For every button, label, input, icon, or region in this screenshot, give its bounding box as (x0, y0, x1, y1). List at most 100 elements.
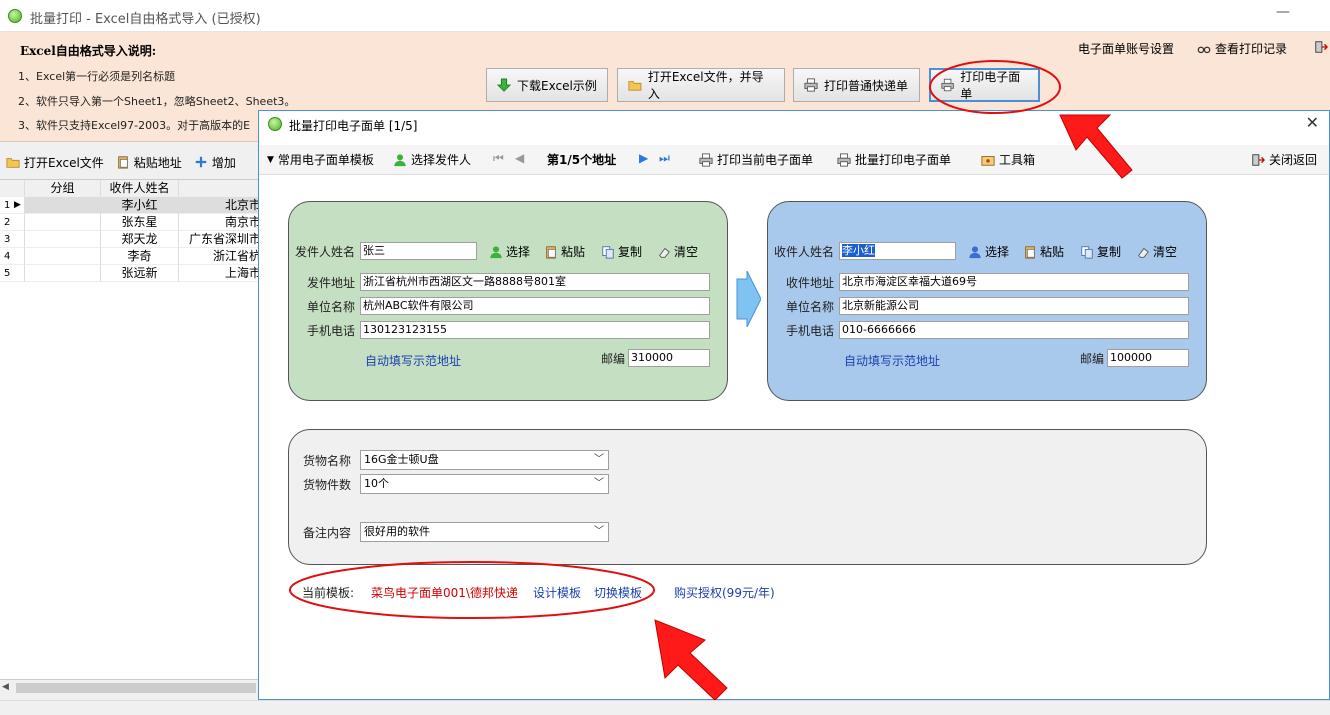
open-import-label: 打开Excel文件，并导入 (647, 70, 764, 101)
receiver-paste-button[interactable]: 粘贴 (1023, 243, 1064, 260)
grid-cell-address[interactable]: 上海市 (179, 265, 262, 282)
row-number[interactable]: 4 (0, 248, 25, 265)
chevron-down-icon: ﹀ (594, 526, 604, 537)
close-return-button[interactable]: 关闭返回 (1251, 151, 1317, 168)
copy-icon (602, 245, 614, 259)
buy-license-link[interactable]: 购买授权(99元/年) (674, 584, 775, 601)
print-current-button[interactable]: 打印当前电子面单 (699, 151, 813, 168)
sender-company-input[interactable]: 杭州ABC软件有限公司 (360, 297, 710, 315)
sender-zip-input[interactable]: 310000 (628, 349, 710, 367)
horizontal-scrollbar[interactable]: ◀ (0, 679, 262, 695)
user-blue-icon (969, 245, 981, 258)
table-row[interactable] (25, 248, 101, 265)
last-page-button[interactable]: ⏭ (659, 151, 670, 166)
next-page-icon: ▶ (639, 151, 649, 165)
receiver-panel: 收件人姓名 李小红 选择 粘贴 复制 清空 收件地址 北京市海淀区幸福大道69号… (767, 201, 1207, 401)
switch-template-link[interactable]: 切换模板 (594, 584, 642, 601)
receiver-zip-input[interactable]: 100000 (1107, 349, 1189, 367)
receiver-company-input[interactable]: 北京新能源公司 (839, 297, 1189, 315)
receiver-zip-label: 邮编 (1080, 352, 1105, 366)
sender-panel: 发件人姓名 张三 选择 粘贴 复制 清空 发件地址 浙江省杭州市西湖区文一路88… (288, 201, 728, 401)
goods-name-select[interactable]: 16G金士顿U盘 ﹀ (360, 450, 609, 470)
printer-icon (804, 78, 818, 92)
grid-cell-address[interactable]: 广东省深圳市 (179, 231, 262, 248)
sender-company-label: 单位名称 (307, 300, 356, 314)
download-example-button[interactable]: 下载Excel示例 (486, 68, 608, 102)
scroll-left-icon[interactable]: ◀ (2, 682, 9, 692)
printer-icon (699, 152, 713, 167)
dialog-close-button[interactable]: ✕ (1306, 113, 1319, 132)
prev-page-button[interactable]: ◀ (515, 151, 524, 165)
design-template-link[interactable]: 设计模板 (533, 584, 581, 601)
first-page-button[interactable]: ⏮ (493, 151, 504, 166)
eraser-icon (1138, 247, 1149, 258)
table-row[interactable] (25, 214, 101, 231)
receiver-phone-input[interactable]: 010-6666666 (839, 321, 1189, 339)
receiver-autofill-link[interactable]: 自动填写示范地址 (844, 352, 940, 369)
column-header-name[interactable]: 收件人姓名 (101, 180, 179, 197)
row-number[interactable]: 3 (0, 231, 25, 248)
select-sender-button[interactable]: 选择发件人 (393, 151, 471, 168)
goods-count-select[interactable]: 10个 ﹀ (360, 474, 609, 494)
receiver-clear-button[interactable]: 清空 (1136, 243, 1177, 260)
table-row[interactable] (25, 265, 101, 282)
dialog-title: 批量打印电子面单 [1/5] (289, 119, 418, 133)
print-normal-button[interactable]: 打印普通快递单 (793, 68, 920, 102)
receiver-company-label: 单位名称 (786, 300, 835, 314)
open-excel-label: 打开Excel文件 (24, 155, 104, 170)
grid-cell-name[interactable]: 张东星 (101, 214, 179, 231)
receiver-address-input[interactable]: 北京市海淀区幸福大道69号 (839, 273, 1189, 291)
receiver-name-input[interactable]: 李小红 (839, 242, 956, 260)
sender-select-button[interactable]: 选择 (489, 243, 530, 260)
print-current-label: 打印当前电子面单 (717, 153, 814, 167)
open-import-button[interactable]: 打开Excel文件，并导入 (617, 68, 785, 102)
table-row[interactable] (25, 197, 101, 214)
column-header-group[interactable]: 分组 (25, 180, 101, 197)
sender-address-input[interactable]: 浙江省杭州市西湖区文一路8888号801室 (360, 273, 710, 291)
print-records-link[interactable]: 查看打印记录 (1197, 40, 1287, 57)
grid-cell-address[interactable]: 北京市 (179, 197, 262, 214)
receiver-copy-button[interactable]: 复制 (1080, 243, 1121, 260)
grid-cell-name[interactable]: 张远新 (101, 265, 179, 282)
print-eorder-button[interactable]: 打印电子面单 (929, 68, 1040, 102)
sender-copy-label: 复制 (618, 245, 643, 259)
remark-select[interactable]: 很好用的软件 ﹀ (360, 522, 609, 542)
sender-paste-button[interactable]: 粘贴 (544, 243, 585, 260)
grid-cell-name[interactable]: 李奇 (101, 248, 179, 265)
next-page-button[interactable]: ▶ (639, 151, 648, 165)
receiver-name-label: 收件人姓名 (774, 245, 835, 259)
paste-address-button[interactable]: 粘贴地址 (116, 154, 182, 171)
sender-name-input[interactable]: 张三 (360, 242, 477, 260)
receiver-select-button[interactable]: 选择 (968, 243, 1009, 260)
grid-cell-name[interactable]: 李小红 (101, 197, 179, 214)
current-template-value: 菜鸟电子面单001\德邦快递 (371, 586, 518, 600)
sender-zip-label: 邮编 (601, 352, 626, 366)
account-settings-link[interactable]: 电子面单账号设置 (1078, 40, 1174, 57)
templates-dropdown[interactable]: ▼ 常用电子面单模板 (267, 151, 374, 168)
print-batch-label: 批量打印电子面单 (855, 153, 952, 167)
open-excel-button[interactable]: 打开Excel文件 (6, 154, 104, 171)
column-header-address[interactable] (179, 180, 262, 197)
minimize-button[interactable]: — (1276, 4, 1290, 20)
toolbox-button[interactable]: 工具箱 (981, 151, 1035, 168)
add-button[interactable]: 增加 (194, 154, 236, 171)
sender-phone-input[interactable]: 130123123155 (360, 321, 710, 339)
toolbox-icon (981, 155, 995, 166)
copy-icon (1081, 245, 1093, 259)
grid-cell-address[interactable]: 南京市 (179, 214, 262, 231)
grid-cell-address[interactable]: 浙江省杭 (179, 248, 262, 265)
table-row[interactable] (25, 231, 101, 248)
sender-copy-button[interactable]: 复制 (601, 243, 642, 260)
scroll-thumb[interactable] (16, 683, 256, 693)
app-icon (8, 9, 22, 23)
row-number[interactable]: 2 (0, 214, 25, 231)
row-number[interactable]: 5 (0, 265, 25, 282)
print-normal-label: 打印普通快递单 (824, 78, 909, 93)
receiver-copy-label: 复制 (1097, 245, 1122, 259)
sender-clear-button[interactable]: 清空 (657, 243, 698, 260)
sender-autofill-link[interactable]: 自动填写示范地址 (365, 352, 461, 369)
prev-page-icon: ◀ (515, 151, 525, 165)
exit-icon-link[interactable] (1314, 40, 1328, 54)
grid-cell-name[interactable]: 郑天龙 (101, 231, 179, 248)
print-batch-button[interactable]: 批量打印电子面单 (837, 151, 951, 168)
